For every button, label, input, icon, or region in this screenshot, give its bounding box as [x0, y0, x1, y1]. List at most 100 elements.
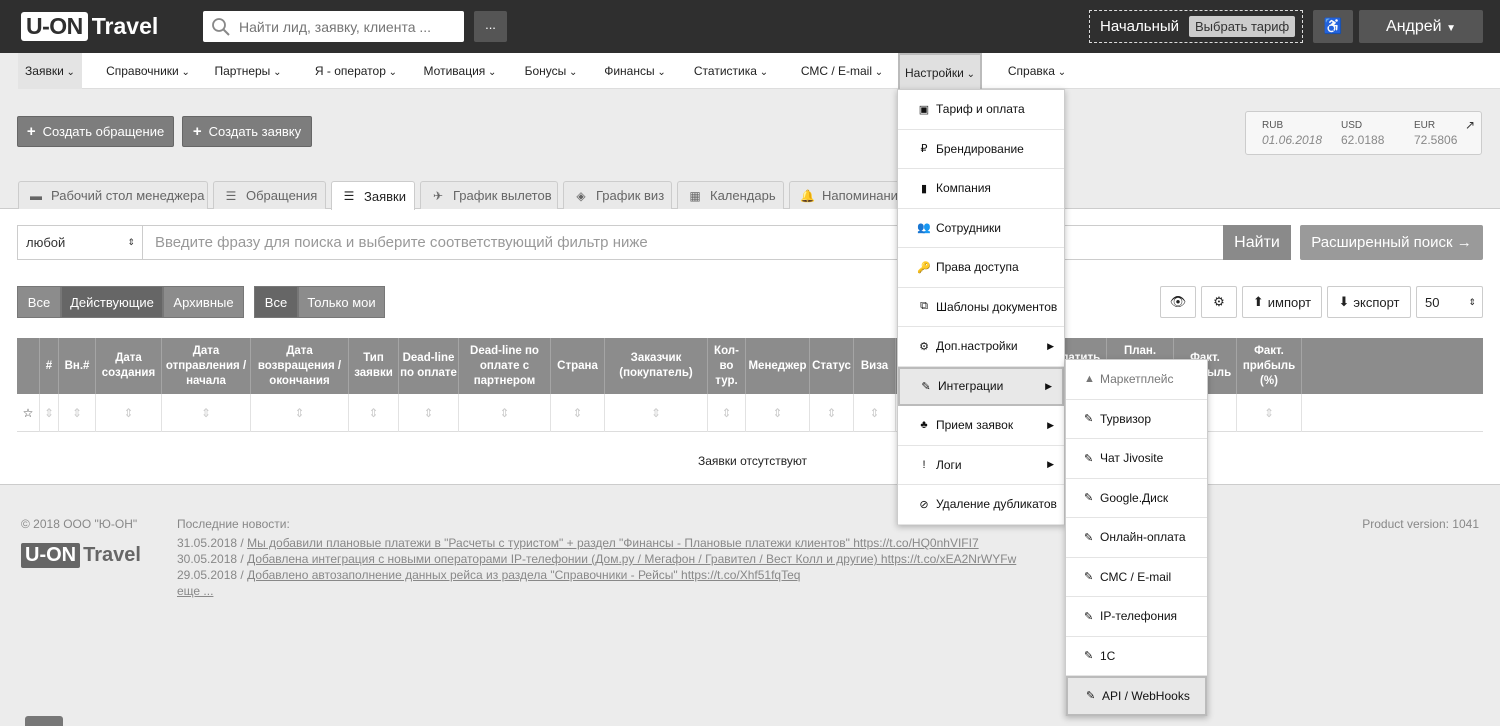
more-button[interactable]: ... [474, 11, 507, 42]
integration-online-payment[interactable]: ✎ Онлайн-оплата [1066, 518, 1207, 558]
filter-all-button[interactable]: Все [17, 286, 61, 318]
sort-icon[interactable]: ⇕ [854, 394, 896, 432]
star-icon[interactable]: ☆ [17, 394, 40, 432]
sort-icon[interactable]: ⇕ [1237, 394, 1302, 432]
integration-jivosite[interactable]: ✎ Чат Jivosite [1066, 439, 1207, 479]
menu-item-directories[interactable]: Справочники ⌄ [100, 53, 196, 89]
tab-calendar[interactable]: ▦ Календарь [677, 181, 784, 209]
sort-icon[interactable]: ⇕ [605, 394, 708, 432]
menu-item-sms-email[interactable]: СМС / E-mail ⌄ [793, 53, 891, 89]
column-header[interactable]: Тип заявки [349, 338, 399, 394]
column-header[interactable]: Дата возвращения / окончания [251, 338, 349, 394]
sort-icon[interactable]: ⇕ [810, 394, 854, 432]
sort-icon[interactable]: ⇕ [96, 394, 162, 432]
menu-item-partners[interactable]: Партнеры ⌄ [208, 53, 288, 89]
tab-manager-desktop[interactable]: ▬ Рабочий стол менеджера [18, 181, 208, 209]
chevron-down-icon: ⌄ [963, 69, 975, 80]
menu-item-help[interactable]: Справка ⌄ [1001, 53, 1073, 89]
sort-icon[interactable]: ⇕ [59, 394, 96, 432]
column-header[interactable]: Статус [810, 338, 854, 394]
sort-icon[interactable]: ⇕ [40, 394, 59, 432]
settings-menu-access-rights[interactable]: 🔑 Права доступа [898, 248, 1064, 288]
create-request-button[interactable]: + Создать обращение [17, 116, 174, 147]
user-menu-button[interactable]: Андрей ▼ [1359, 10, 1483, 43]
menu-item-statistics[interactable]: Статистика ⌄ [688, 53, 774, 89]
integration-ip-telephony[interactable]: ✎ IP-телефония [1066, 597, 1207, 637]
scroll-top-button[interactable] [25, 716, 63, 726]
menu-item-settings[interactable]: Настройки ⌄ [898, 53, 982, 89]
column-header[interactable]: Вн.# [59, 338, 96, 394]
menu-item-bonuses[interactable]: Бонусы ⌄ [517, 53, 585, 89]
menu-item-orders[interactable]: Заявки ⌄ [18, 53, 82, 89]
integration-marketplace[interactable]: ▲ Маркетплейс [1066, 360, 1207, 400]
settings-menu-employees[interactable]: 👥 Сотрудники [898, 209, 1064, 248]
column-header[interactable]: Факт. прибыль (%) [1237, 338, 1302, 394]
settings-menu-company[interactable]: ▮ Компания [898, 169, 1064, 209]
sort-icon[interactable]: ⇕ [708, 394, 746, 432]
create-order-button[interactable]: + Создать заявку [182, 116, 312, 147]
settings-menu-integrations[interactable]: ✎ Интеграции ▶ [898, 366, 1064, 406]
find-button[interactable]: Найти [1223, 225, 1291, 260]
column-header[interactable]: Менеджер [746, 338, 810, 394]
sort-icon[interactable]: ⇕ [399, 394, 459, 432]
sort-icon[interactable]: ⇕ [162, 394, 251, 432]
external-link-icon[interactable]: ↗ [1465, 118, 1475, 132]
column-header[interactable]: Дата создания [96, 338, 162, 394]
tab-orders[interactable]: ☰ Заявки [331, 181, 415, 210]
column-header[interactable]: Заказчик (покупатель) [605, 338, 708, 394]
settings-menu-remove-duplicates[interactable]: ⊘ Удаление дубликатов [898, 485, 1064, 525]
column-header[interactable]: Страна [551, 338, 605, 394]
accessibility-button[interactable]: ♿ [1313, 10, 1353, 43]
plus-icon: + [192, 123, 202, 140]
import-button[interactable]: ⬆ импорт [1242, 286, 1322, 318]
column-header[interactable]: Виза [854, 338, 896, 394]
tab-visas[interactable]: ◈ График виз [563, 181, 672, 209]
menu-item-motivation[interactable]: Мотивация ⌄ [416, 53, 504, 89]
page-size-select[interactable]: 50 ⇕ [1416, 286, 1483, 318]
sort-icon[interactable]: ⇕ [459, 394, 551, 432]
advanced-search-button[interactable]: Расширенный поиск → [1300, 225, 1483, 260]
footer-logo[interactable]: U-ON Travel [21, 543, 141, 568]
column-header[interactable]: Кол-во тур. [708, 338, 746, 394]
column-header[interactable]: Dead-line по оплате [399, 338, 459, 394]
export-button[interactable]: ⬇ экспорт [1327, 286, 1411, 318]
settings-button[interactable]: ⚙ [1201, 286, 1237, 318]
tab-requests[interactable]: ☰ Обращения [213, 181, 326, 209]
tab-flights[interactable]: ✈ График вылетов [420, 181, 558, 209]
integration-sms-email[interactable]: ✎ СМС / E-mail [1066, 558, 1207, 597]
owner-mine-button[interactable]: Только мои [298, 286, 385, 318]
filter-archive-button[interactable]: Архивные [163, 286, 244, 318]
news-link[interactable]: Добавлена интеграция с новыми операторам… [247, 552, 1016, 566]
integration-google-drive[interactable]: ✎ Google.Диск [1066, 479, 1207, 518]
news-link[interactable]: Добавлено автозаполнение данных рейса из… [247, 568, 800, 582]
owner-all-button[interactable]: Все [254, 286, 298, 318]
view-button[interactable]: 👁 [1160, 286, 1196, 318]
sort-icon[interactable]: ⇕ [349, 394, 399, 432]
global-search-input[interactable] [239, 18, 459, 35]
column-header[interactable]: # [40, 338, 59, 394]
column-header[interactable]: Dead-line по оплате с партнером [459, 338, 551, 394]
sort-icon[interactable]: ⇕ [251, 394, 349, 432]
tab-reminders[interactable]: 🔔 Напоминания [789, 181, 901, 209]
column-header[interactable]: Дата отправления / начала [162, 338, 251, 394]
filter-select[interactable]: любой ⇕ [17, 225, 143, 260]
global-search[interactable] [203, 11, 464, 42]
integration-api-webhooks[interactable]: ✎ API / WebHooks [1066, 676, 1207, 716]
settings-menu-branding[interactable]: ₽ Брендирование [898, 130, 1064, 169]
filter-active-button[interactable]: Действующие [61, 286, 163, 318]
logo[interactable]: U-ON Travel [21, 12, 158, 41]
settings-menu-logs[interactable]: ! Логи ▶ [898, 446, 1064, 485]
menu-item-operator[interactable]: Я - оператор ⌄ [308, 53, 404, 89]
settings-menu-tariff[interactable]: ▣ Тариф и оплата [898, 90, 1064, 130]
settings-menu-extra-settings[interactable]: ⚙ Доп.настройки ▶ [898, 327, 1064, 367]
sort-icon[interactable]: ⇕ [551, 394, 605, 432]
settings-menu-order-intake[interactable]: ♣ Прием заявок ▶ [898, 406, 1064, 446]
integration-1c[interactable]: ✎ 1С [1066, 637, 1207, 676]
menu-item-finance[interactable]: Финансы ⌄ [598, 53, 672, 89]
choose-tariff-button[interactable]: Выбрать тариф [1189, 16, 1296, 37]
settings-menu-doc-templates[interactable]: ⧉ Шаблоны документов [898, 288, 1064, 327]
news-more-link[interactable]: еще ... [177, 584, 213, 598]
news-link[interactable]: Мы добавили плановые платежи в "Расчеты … [247, 536, 979, 550]
integration-turvizor[interactable]: ✎ Турвизор [1066, 400, 1207, 439]
sort-icon[interactable]: ⇕ [746, 394, 810, 432]
